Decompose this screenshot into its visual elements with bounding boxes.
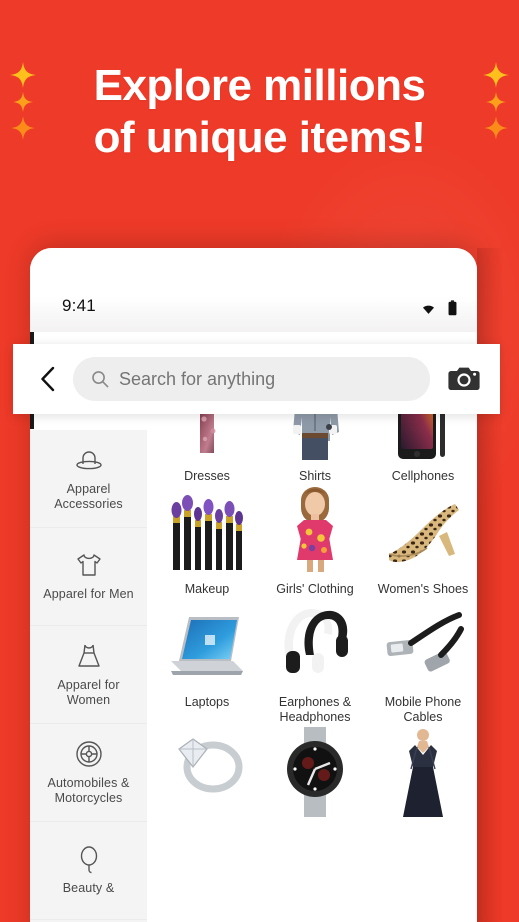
sparkle-icon <box>484 116 508 140</box>
category-label: Earphones & Headphones <box>278 695 352 724</box>
tshirt-icon <box>76 554 101 576</box>
promo-headline: Explore millions of unique items! <box>0 60 519 164</box>
category-card[interactable]: Earphones & Headphones <box>261 599 369 725</box>
sidebar-item-beauty[interactable]: Beauty & <box>30 822 147 920</box>
category-label: Mobile Phone Cables <box>384 695 462 724</box>
headline-line-2: of unique items! <box>93 113 426 162</box>
hat-icon <box>75 450 102 469</box>
camera-search-button[interactable] <box>442 357 486 401</box>
silver-laptop-image <box>171 617 243 675</box>
girl-in-pink-dress-image <box>297 487 333 572</box>
product-thumbnail <box>273 599 357 691</box>
app-content: Popular Categories Apparel Accessories A… <box>30 332 477 922</box>
makeup-brush-set-image <box>171 495 243 570</box>
category-label: Girls' Clothing <box>276 582 354 596</box>
product-thumbnail <box>381 727 465 819</box>
chevron-left-icon <box>40 366 54 392</box>
sidebar-item-label: Apparel Accessories <box>54 481 123 511</box>
sidebar-item-label: Apparel for Women <box>57 677 120 707</box>
sparkle-cluster-left <box>6 62 40 144</box>
sidebar-item-label: Beauty & <box>62 881 115 895</box>
usb-cable-image <box>386 612 464 672</box>
battery-icon <box>448 300 457 316</box>
product-thumbnail <box>165 727 249 819</box>
product-thumbnail <box>381 486 465 578</box>
hand-mirror-icon <box>80 846 97 874</box>
category-card[interactable] <box>153 727 261 838</box>
category-card[interactable] <box>261 727 369 838</box>
product-thumbnail <box>273 486 357 578</box>
evening-gown-image <box>403 729 443 817</box>
category-sidebar[interactable]: Popular Categories Apparel Accessories A… <box>30 332 147 922</box>
sidebar-item-label: Automobiles & Motorcycles <box>47 775 130 805</box>
product-thumbnail <box>165 486 249 578</box>
category-card[interactable]: Girls' Clothing <box>261 486 369 597</box>
category-label: Makeup <box>184 582 230 596</box>
white-black-headphones-image <box>284 609 348 673</box>
sidebar-item-label: Apparel for Men <box>43 587 134 601</box>
sidebar-item-apparel-for-women[interactable]: Apparel for Women <box>30 626 147 724</box>
sparkle-icon <box>11 116 35 140</box>
category-card[interactable]: Laptops <box>153 599 261 725</box>
search-input[interactable] <box>119 368 412 390</box>
search-input-wrapper[interactable] <box>73 357 430 401</box>
product-thumbnail <box>273 727 357 819</box>
category-label: Laptops <box>184 695 230 709</box>
sparkle-cluster-right <box>479 62 513 144</box>
sparkle-icon <box>483 62 509 88</box>
wifi-icon <box>422 305 435 314</box>
chronograph-watch-image <box>287 727 343 817</box>
leopard-high-heel-image <box>388 504 459 563</box>
sidebar-item-apparel-accessories[interactable]: Apparel Accessories <box>30 430 147 528</box>
category-label: Cellphones <box>391 469 455 483</box>
status-bar-icons <box>419 300 457 316</box>
sidebar-item-apparel-for-men[interactable]: Apparel for Men <box>30 528 147 626</box>
category-label: Women's Shoes <box>377 582 469 596</box>
wheel-icon <box>75 740 102 767</box>
status-bar: 9:41 <box>30 248 477 332</box>
category-card[interactable]: Makeup <box>153 486 261 597</box>
category-card[interactable]: Women's Shoes <box>369 486 477 597</box>
search-bar <box>13 344 500 414</box>
sparkle-icon <box>13 92 33 112</box>
category-grid: Dresses Shirts Cellphones Makeup Girls' … <box>153 373 477 838</box>
category-card[interactable] <box>369 727 477 838</box>
category-label: Dresses <box>184 469 230 483</box>
sparkle-icon <box>10 62 36 88</box>
category-label: Shirts <box>299 469 331 483</box>
search-icon <box>92 371 109 388</box>
dress-icon <box>77 644 100 667</box>
headline-line-1: Explore millions <box>93 61 426 110</box>
diamond-ring-image <box>178 738 243 793</box>
sidebar-item-automobiles-motorcycles[interactable]: Automobiles & Motorcycles <box>30 724 147 822</box>
back-button[interactable] <box>33 365 61 393</box>
status-bar-time: 9:41 <box>62 296 96 315</box>
camera-icon <box>448 367 480 390</box>
recommended-categories-panel: Recommended Categories <box>147 332 477 922</box>
product-thumbnail <box>165 599 249 691</box>
product-thumbnail <box>381 599 465 691</box>
category-card[interactable]: Mobile Phone Cables <box>369 599 477 725</box>
sparkle-icon <box>486 92 506 112</box>
